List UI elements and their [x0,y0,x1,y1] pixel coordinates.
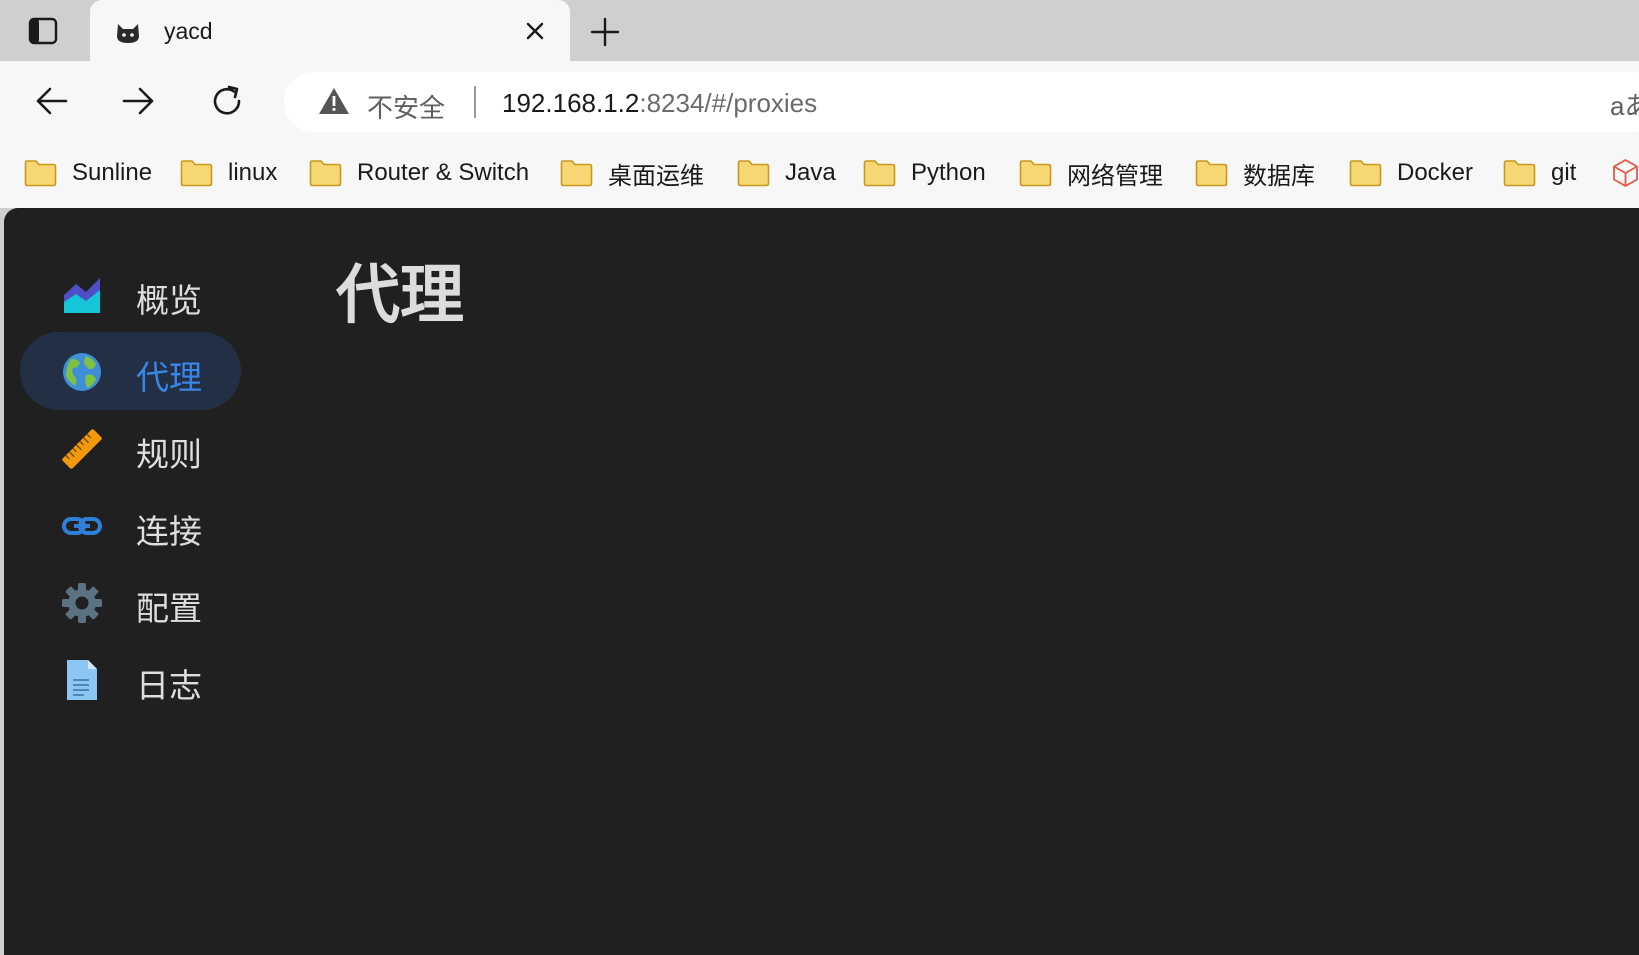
folder-icon [560,160,593,187]
tab-actions-icon[interactable] [28,17,58,45]
bookmark-label: Java [785,159,836,186]
bookmark-folder-network-mgmt[interactable]: 网络管理 [1019,156,1163,190]
warning-icon[interactable] [318,86,350,116]
sidebar-item-proxies[interactable]: 代理 [20,332,241,410]
bookmark-label: git [1551,159,1577,186]
folder-icon [180,160,213,187]
tab-strip: yacd [0,0,1639,61]
sidebar-item-label: 连接 [136,512,202,551]
sidebar-item-config[interactable]: 配置 [20,563,241,641]
bookmark-label: 数据库 [1243,162,1315,190]
bookmark-folder-python[interactable]: Python [863,156,986,190]
cube-icon [1613,159,1638,187]
folder-icon [24,160,57,187]
folder-icon [737,160,770,187]
cat-icon [114,18,142,46]
link-icon [62,517,102,535]
bookmark-overflow[interactable] [1612,156,1639,190]
bookmarks-bar: Sunline linux Router & Switch 桌面运维 Java … [0,139,1639,208]
refresh-icon[interactable] [207,81,247,121]
folder-icon [1503,160,1536,187]
address-bar[interactable]: 不安全 192.168.1.2:8234/#/proxies aあ [284,72,1639,132]
read-aloud-icon[interactable]: aあ [1610,86,1639,123]
bookmark-label: linux [228,159,278,186]
bookmark-folder-desktop-ops[interactable]: 桌面运维 [560,156,704,190]
bookmark-folder-database[interactable]: 数据库 [1195,156,1315,190]
bookmark-label: 桌面运维 [608,162,704,190]
sidebar-item-label: 概览 [136,281,202,320]
document-icon [67,660,97,700]
security-label[interactable]: 不安全 [367,88,445,125]
new-tab-plus-icon[interactable] [588,15,622,49]
sidebar-item-label: 规则 [136,435,202,474]
chart-area-icon [64,278,100,313]
sidebar-item-label: 代理 [136,358,202,397]
sidebar-item-logs[interactable]: 日志 [20,640,241,718]
sidebar-item-overview[interactable]: 概览 [20,255,241,333]
globe-icon [63,353,101,391]
sidebar-item-label: 日志 [136,666,202,705]
yacd-app: 概览 代理 规则 连接 配置 日志 代理 [4,208,1639,955]
bookmark-folder-linux[interactable]: linux [180,156,277,190]
url-path: :8234/#/proxies [639,88,818,118]
gear-icon [62,583,102,623]
url-host: 192.168.1.2 [502,88,640,118]
folder-icon [1349,160,1382,187]
sidebar-item-rules[interactable]: 规则 [20,409,241,487]
sidebar-item-connections[interactable]: 连接 [20,486,241,564]
bookmark-label: 网络管理 [1067,162,1163,190]
page-title: 代理 [336,259,464,333]
omnibox-divider [474,86,476,118]
forward-arrow-icon[interactable] [118,81,158,121]
bookmark-folder-sunline[interactable]: Sunline [24,156,152,190]
browser-toolbar: 不安全 192.168.1.2:8234/#/proxies aあ [0,61,1639,139]
bookmark-label: Sunline [72,159,153,186]
folder-icon [309,160,342,187]
browser-tab[interactable]: yacd [90,0,570,61]
bookmark-folder-router-switch[interactable]: Router & Switch [309,156,529,190]
tab-title: yacd [164,18,213,44]
ruler-icon [62,429,102,469]
bookmark-folder-java[interactable]: Java [737,156,836,190]
bookmark-folder-docker[interactable]: Docker [1349,156,1473,190]
folder-icon [863,160,896,187]
bookmark-label: Router & Switch [357,159,530,186]
back-arrow-icon[interactable] [32,81,72,121]
bookmark-label: Docker [1397,159,1474,186]
bookmark-label: Python [911,159,986,186]
sidebar-item-label: 配置 [136,589,202,628]
folder-icon [1195,160,1228,187]
url-text[interactable]: 192.168.1.2:8234/#/proxies [502,88,817,119]
close-icon[interactable] [522,18,548,44]
bookmark-folder-git[interactable]: git [1503,156,1576,190]
folder-icon [1019,160,1052,187]
